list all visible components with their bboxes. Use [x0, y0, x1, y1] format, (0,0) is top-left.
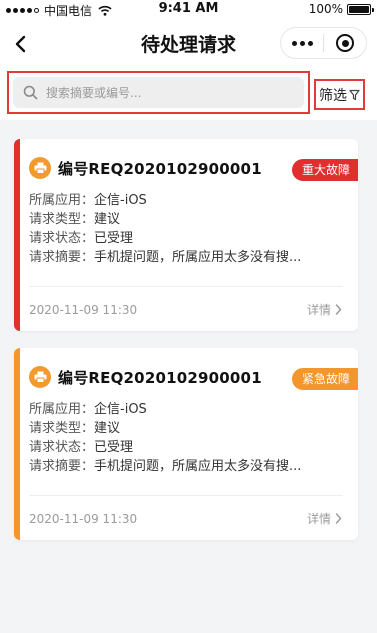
- search-field-highlight: [7, 71, 310, 114]
- card-divider: [29, 495, 343, 496]
- status-bar: 中国电信 9:41 AM 100%: [0, 0, 377, 18]
- battery-icon: [347, 3, 374, 15]
- target-icon: [336, 34, 354, 52]
- app-value: 企信-iOS: [94, 402, 147, 417]
- detail-link[interactable]: 详情: [307, 510, 342, 527]
- filter-label: 筛选: [319, 87, 347, 104]
- request-number: 编号REQ2020102900001: [58, 368, 262, 387]
- close-mini-program-button[interactable]: [324, 28, 366, 58]
- battery-percent: 100%: [308, 2, 343, 16]
- search-input[interactable]: [46, 85, 276, 100]
- field-status: 请求状态：已受理: [29, 440, 134, 455]
- status-value: 已受理: [94, 231, 134, 246]
- card-header: 编号REQ2020102900001: [29, 366, 262, 388]
- request-card[interactable]: 编号REQ2020102900001 紧急故障 所属应用：企信-iOS 请求类型…: [14, 348, 358, 540]
- field-type: 请求类型：建议: [29, 212, 121, 227]
- chevron-right-icon: [335, 304, 342, 315]
- status-bar-right: 100%: [308, 2, 374, 16]
- summary-value: 手机提问题，所属应用太多没有搜...: [94, 459, 302, 474]
- priority-stripe: [14, 139, 20, 331]
- field-summary: 请求摘要：手机提问题，所属应用太多没有搜...: [29, 250, 302, 265]
- type-value: 建议: [94, 212, 121, 227]
- type-value: 建议: [94, 421, 121, 436]
- navigation-bar: 待处理请求: [0, 18, 377, 70]
- filter-funnel-icon: [349, 89, 360, 100]
- printer-icon: [29, 157, 51, 179]
- search-box[interactable]: [13, 77, 304, 108]
- severity-badge: 紧急故障: [291, 368, 358, 390]
- request-fields: 所属应用：企信-iOS 请求类型：建议 请求状态：已受理 请求摘要：手机提问题，…: [29, 400, 301, 476]
- search-icon: [23, 85, 38, 100]
- chevron-right-icon: [335, 513, 342, 524]
- field-app: 所属应用：企信-iOS: [29, 402, 147, 417]
- request-date: 2020-11-09 11:30: [29, 512, 138, 526]
- app-value: 企信-iOS: [94, 193, 147, 208]
- field-summary: 请求摘要：手机提问题，所属应用太多没有搜...: [29, 459, 302, 474]
- request-date: 2020-11-09 11:30: [29, 303, 138, 317]
- summary-value: 手机提问题，所属应用太多没有搜...: [94, 250, 302, 265]
- detail-link[interactable]: 详情: [307, 301, 342, 318]
- printer-icon: [29, 366, 51, 388]
- mini-program-capsule: [280, 27, 367, 59]
- card-header: 编号REQ2020102900001: [29, 157, 262, 179]
- card-divider: [29, 286, 343, 287]
- detail-label: 详情: [306, 303, 331, 317]
- priority-stripe: [14, 348, 20, 540]
- more-dots-icon: [291, 40, 313, 46]
- search-bar: 筛选: [0, 70, 377, 120]
- status-value: 已受理: [94, 440, 134, 455]
- severity-badge: 重大故障: [291, 159, 358, 181]
- request-number: 编号REQ2020102900001: [58, 159, 262, 178]
- field-app: 所属应用：企信-iOS: [29, 193, 147, 208]
- filter-button[interactable]: 筛选: [314, 79, 365, 110]
- request-fields: 所属应用：企信-iOS 请求类型：建议 请求状态：已受理 请求摘要：手机提问题，…: [29, 191, 301, 267]
- request-card[interactable]: 编号REQ2020102900001 重大故障 所属应用：企信-iOS 请求类型…: [14, 139, 358, 331]
- field-type: 请求类型：建议: [29, 421, 121, 436]
- field-status: 请求状态：已受理: [29, 231, 134, 246]
- more-button[interactable]: [281, 28, 323, 58]
- detail-label: 详情: [306, 512, 331, 526]
